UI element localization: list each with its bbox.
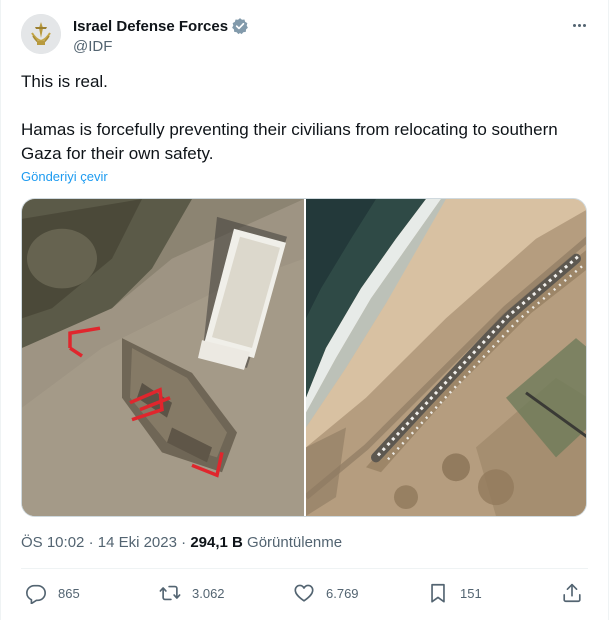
author-name-row: Israel Defense Forces	[73, 16, 249, 36]
tweet-media[interactable]	[21, 198, 587, 517]
satellite-roadblock-image[interactable]	[22, 199, 304, 516]
author-name[interactable]: Israel Defense Forces	[73, 18, 228, 35]
more-dot	[577, 23, 581, 27]
tweet-meta: ÖS 10:02 · 14 Eki 2023 · 294,1 B Görüntü…	[21, 534, 342, 551]
idf-emblem-icon	[21, 14, 61, 54]
heart-icon	[294, 584, 314, 602]
tweet-header: Israel Defense Forces @IDF	[21, 14, 592, 58]
tweet-actions: 865 3.062 6.769 151	[21, 578, 588, 610]
meta-separator: ·	[88, 534, 94, 551]
tweet-paragraph: Hamas is forcefully preventing their civ…	[21, 120, 558, 163]
verified-badge-icon[interactable]	[231, 17, 249, 35]
share-icon	[563, 583, 581, 603]
more-dot	[582, 23, 586, 27]
satellite-traffic-image[interactable]	[306, 199, 586, 516]
share-button[interactable]	[561, 582, 583, 604]
bookmark-button[interactable]: 151	[427, 582, 482, 604]
like-button[interactable]: 6.769	[293, 582, 359, 604]
divider	[21, 568, 588, 569]
reply-icon	[26, 584, 46, 604]
avatar[interactable]	[21, 14, 61, 54]
repost-count: 3.062	[192, 585, 225, 601]
meta-separator: ·	[181, 534, 187, 551]
tweet-text: This is real. Hamas is forcefully preven…	[21, 70, 593, 166]
author-names: Israel Defense Forces @IDF	[73, 16, 249, 55]
translate-link[interactable]: Gönderiyi çevir	[21, 169, 108, 184]
views-label: Görüntülenme	[247, 534, 343, 551]
reply-count: 865	[58, 585, 80, 601]
more-options-icon[interactable]	[568, 16, 590, 34]
repost-button[interactable]: 3.062	[159, 582, 225, 604]
tweet-date[interactable]: 14 Eki 2023	[98, 534, 177, 551]
like-count: 6.769	[326, 585, 359, 601]
reply-button[interactable]: 865	[25, 582, 80, 604]
tweet-time[interactable]: ÖS 10:02	[21, 534, 84, 551]
bookmark-count: 151	[460, 585, 482, 601]
tweet-card: Israel Defense Forces @IDF This is real.…	[0, 0, 609, 620]
tweet-paragraph: This is real.	[21, 72, 108, 91]
bookmark-icon	[431, 583, 445, 603]
repost-icon	[159, 585, 181, 601]
views-count: 294,1 B	[190, 534, 243, 551]
more-dot	[572, 23, 576, 27]
author-handle[interactable]: @IDF	[73, 38, 249, 55]
